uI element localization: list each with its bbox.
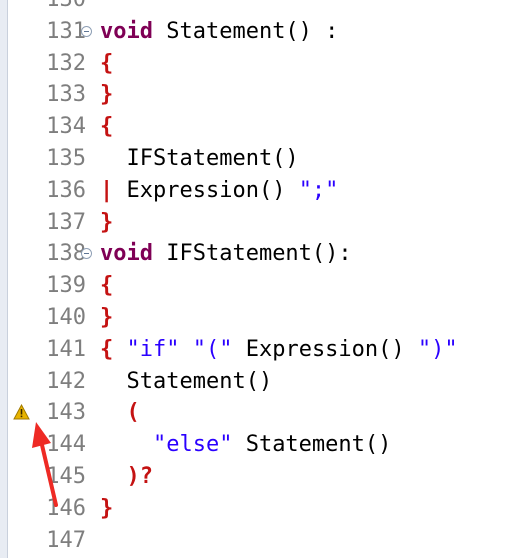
code-token: }	[100, 305, 114, 330]
code-token: IFStatement():	[152, 241, 352, 267]
code-line[interactable]: 143 (	[0, 397, 517, 429]
line-number: 142	[46, 368, 86, 394]
line-number: 144	[46, 432, 86, 458]
line-number: 145	[46, 464, 86, 489]
code-text[interactable]: {	[100, 48, 113, 80]
annotation-ruler[interactable]	[8, 525, 34, 557]
code-token: "else"	[100, 432, 233, 458]
code-token: Expression()	[232, 336, 418, 362]
code-token: void	[100, 18, 153, 44]
code-token: )?	[100, 464, 153, 489]
annotation-ruler[interactable]	[8, 175, 34, 207]
code-line[interactable]: 140}	[0, 302, 517, 334]
code-editor[interactable]: 130 131 void Statement() : 132 {133} 134 {135 …	[0, 0, 517, 558]
line-number: 143	[46, 400, 86, 426]
annotation-ruler[interactable]	[8, 143, 34, 175]
code-line[interactable]: 133}	[0, 79, 517, 111]
line-number: 132	[46, 50, 86, 76]
code-text[interactable]: }	[100, 493, 113, 525]
code-line[interactable]: 146}	[0, 493, 517, 525]
code-line[interactable]: 134 {	[0, 111, 517, 143]
code-line[interactable]: 130	[0, 0, 517, 16]
code-line[interactable]: 132 {	[0, 48, 517, 80]
line-number: 130	[38, 0, 86, 16]
code-line[interactable]: 145 )?	[0, 461, 517, 493]
annotation-ruler[interactable]	[8, 493, 34, 525]
code-text[interactable]: (	[100, 397, 140, 429]
warning-icon[interactable]	[13, 404, 30, 420]
annotation-ruler[interactable]	[8, 238, 34, 270]
line-number: 146	[46, 495, 86, 521]
code-text[interactable]: | Expression() ";"	[100, 175, 338, 207]
code-text[interactable]: {	[100, 270, 113, 302]
line-number: 139	[46, 273, 86, 299]
annotation-ruler[interactable]	[8, 79, 34, 111]
fold-collapse-icon[interactable]	[81, 248, 92, 260]
annotation-ruler[interactable]	[8, 0, 34, 16]
line-number: 136	[46, 177, 86, 203]
line-number: 140	[46, 305, 86, 330]
annotation-ruler[interactable]	[8, 366, 34, 398]
code-token: Statement()	[232, 432, 392, 458]
code-token: Expression()	[113, 177, 299, 203]
code-text[interactable]: Statement()	[100, 366, 272, 398]
annotation-ruler[interactable]	[8, 48, 34, 80]
line-number: 141	[46, 336, 86, 362]
code-token: IFStatement()	[100, 146, 299, 171]
line-number: 138	[46, 241, 86, 267]
code-text[interactable]: IFStatement()	[100, 143, 299, 175]
line-number: 131	[46, 18, 86, 44]
line-number: 147	[46, 527, 86, 553]
code-line[interactable]: 139 {	[0, 270, 517, 302]
code-text[interactable]: }	[100, 302, 113, 334]
code-token: }	[100, 495, 114, 521]
code-text[interactable]: }	[100, 79, 113, 111]
code-token: {	[100, 50, 114, 76]
code-token: {	[100, 273, 114, 299]
line-number: 137	[46, 209, 86, 235]
code-line[interactable]: 137}	[0, 207, 517, 239]
annotation-ruler[interactable]	[8, 207, 34, 239]
annotation-ruler[interactable]	[8, 111, 34, 143]
code-text[interactable]: void IFStatement():	[100, 238, 352, 270]
code-token: void	[100, 241, 153, 267]
code-text[interactable]: )?	[100, 461, 153, 493]
line-number: 135	[46, 146, 86, 171]
annotation-ruler[interactable]	[8, 302, 34, 334]
annotation-ruler[interactable]	[8, 16, 34, 48]
code-line[interactable]: 142 Statement()	[0, 366, 517, 398]
code-line[interactable]: 144 "else" Statement()	[0, 429, 517, 461]
annotation-ruler[interactable]	[8, 461, 34, 493]
code-line[interactable]: 136 | Expression() ";"	[0, 175, 517, 207]
code-token: (	[100, 400, 140, 426]
code-token: "if" "("	[113, 336, 233, 362]
code-token: {	[100, 336, 114, 362]
code-token: ")"	[417, 336, 458, 362]
code-token: ";"	[298, 177, 339, 203]
code-line[interactable]: 141 { "if" "(" Expression() ")"	[0, 334, 517, 366]
annotation-ruler[interactable]	[8, 334, 34, 366]
code-text[interactable]: }	[100, 207, 113, 239]
line-number: 133	[46, 82, 86, 108]
code-token: Statement()	[100, 368, 273, 394]
code-line[interactable]: 147	[0, 525, 517, 557]
fold-collapse-icon[interactable]	[81, 25, 92, 37]
code-line[interactable]: 131 void Statement() :	[0, 16, 517, 48]
code-token: }	[100, 209, 114, 235]
code-text[interactable]: {	[100, 111, 113, 143]
annotation-ruler[interactable]	[8, 270, 34, 302]
code-token: Statement() :	[152, 18, 339, 44]
code-line[interactable]: 138 void IFStatement():	[0, 238, 517, 270]
annotation-ruler[interactable]	[8, 429, 34, 461]
code-token: {	[100, 114, 114, 140]
code-line[interactable]: 135 IFStatement()	[0, 143, 517, 175]
code-text[interactable]: { "if" "(" Expression() ")"	[100, 334, 458, 366]
line-number: 134	[46, 114, 86, 140]
code-token: |	[100, 177, 114, 203]
code-text[interactable]: void Statement() :	[100, 16, 338, 48]
code-text[interactable]: "else" Statement()	[100, 429, 391, 461]
code-token: }	[100, 82, 114, 108]
